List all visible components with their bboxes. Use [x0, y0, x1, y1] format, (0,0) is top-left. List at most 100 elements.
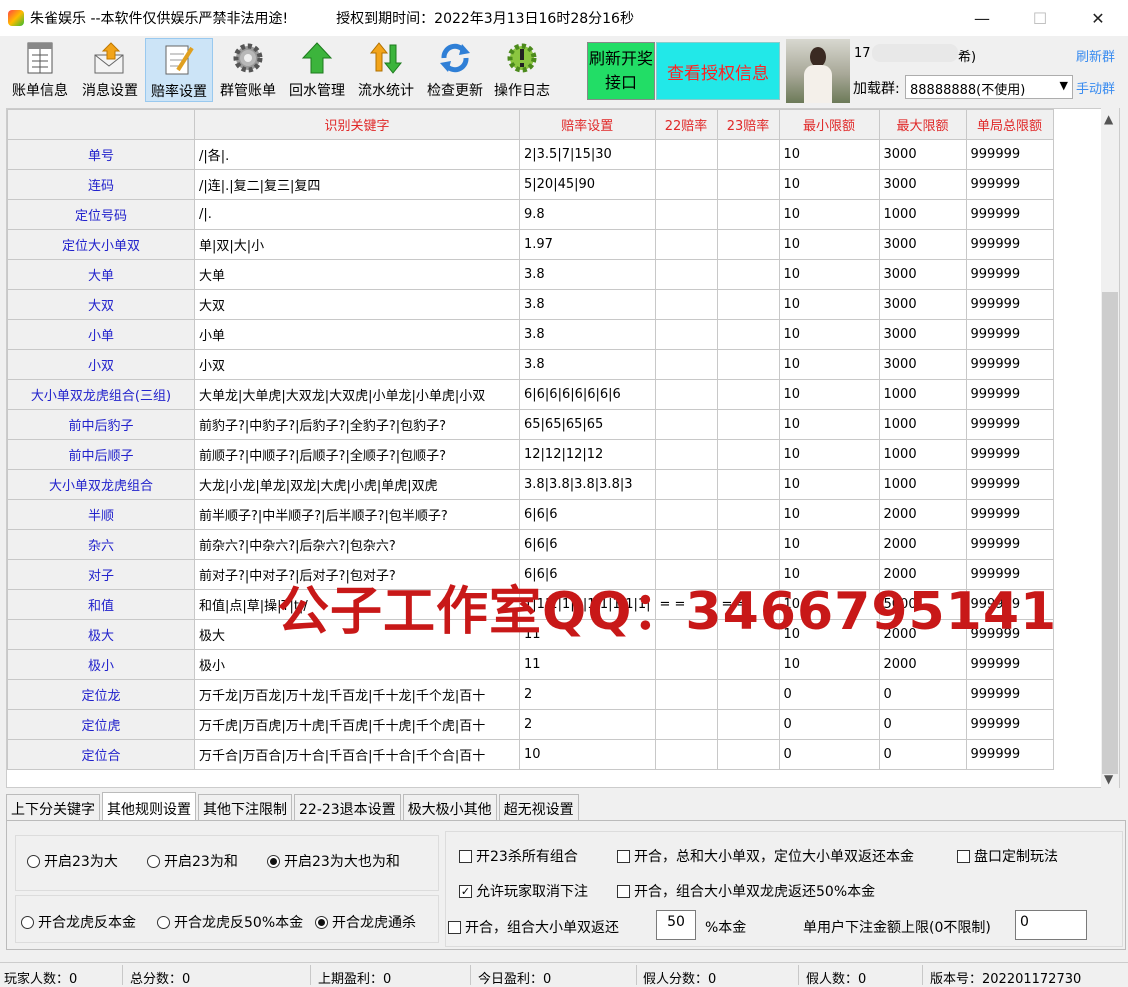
table-cell[interactable]: 1000: [878, 409, 967, 440]
tab-extreme-other[interactable]: 极大极小其他: [402, 794, 497, 820]
table-cell[interactable]: [716, 499, 780, 530]
table-cell[interactable]: 0: [878, 679, 967, 710]
table-cell[interactable]: 3.8: [519, 349, 656, 380]
table-cell[interactable]: 10: [778, 199, 880, 230]
table-cell[interactable]: 0: [878, 709, 967, 740]
table-cell[interactable]: 10: [778, 409, 880, 440]
table-cell[interactable]: [654, 649, 718, 680]
table-cell[interactable]: 999999: [965, 199, 1054, 230]
table-row[interactable]: 大双 大双 3.8 10 3000 999999: [7, 289, 1054, 320]
table-cell[interactable]: [654, 679, 718, 710]
radio-23-draw[interactable]: 开启23为和: [147, 851, 238, 871]
table-cell[interactable]: [654, 139, 718, 170]
table-cell[interactable]: [654, 229, 718, 260]
table-cell[interactable]: 10: [778, 349, 880, 380]
table-cell[interactable]: 2: [519, 709, 656, 740]
column-header[interactable]: 最大限额: [878, 109, 967, 140]
checkbox-custom-play[interactable]: 盘口定制玩法: [957, 846, 1058, 866]
table-cell[interactable]: 前半顺子?|中半顺子?|后半顺子?|包半顺子?: [194, 499, 520, 530]
table-cell[interactable]: 前杂六?|中杂六?|后杂六?|包杂六?: [194, 529, 520, 560]
table-cell[interactable]: 3.8: [519, 319, 656, 350]
table-cell[interactable]: 999999: [965, 169, 1054, 200]
table-cell[interactable]: 1000: [878, 469, 967, 500]
table-cell[interactable]: /|.: [194, 199, 520, 230]
toolbar-rebate-manage[interactable]: 回水管理: [283, 38, 351, 102]
table-row[interactable]: 定位龙 万千龙|万百龙|万十龙|千百龙|千十龙|千个龙|百十 2 0 0 999999: [7, 679, 1054, 710]
table-cell[interactable]: [654, 319, 718, 350]
table-cell[interactable]: 10: [778, 529, 880, 560]
table-cell[interactable]: 10: [778, 319, 880, 350]
table-cell[interactable]: 小双: [194, 349, 520, 380]
table-cell[interactable]: [716, 169, 780, 200]
table-cell[interactable]: 0: [778, 679, 880, 710]
table-cell[interactable]: 999999: [965, 649, 1054, 680]
table-cell[interactable]: [654, 169, 718, 200]
table-cell[interactable]: [716, 709, 780, 740]
column-header[interactable]: 单局总限额: [965, 109, 1054, 140]
table-cell[interactable]: [716, 139, 780, 170]
chevron-up-icon[interactable]: ▲: [1104, 112, 1113, 126]
table-cell[interactable]: 万千虎|万百虎|万十虎|千百虎|千十虎|千个虎|百十: [194, 709, 520, 740]
checkbox-kill-all-23[interactable]: 开23杀所有组合: [459, 846, 578, 866]
table-cell[interactable]: 大龙|小龙|单龙|双龙|大虎|小虎|单虎|双虎: [194, 469, 520, 500]
table-row[interactable]: 大单 大单 3.8 10 3000 999999: [7, 259, 1054, 290]
column-header[interactable]: 22赔率: [654, 109, 718, 140]
table-cell[interactable]: 前顺子?|中顺子?|后顺子?|全顺子?|包顺子?: [194, 439, 520, 470]
toolbar-message-settings[interactable]: 消息设置: [76, 38, 144, 102]
table-cell[interactable]: 大单: [194, 259, 520, 290]
table-cell[interactable]: [716, 409, 780, 440]
table-cell[interactable]: 单|双|大|小: [194, 229, 520, 260]
minimize-button[interactable]: —: [953, 0, 1011, 36]
table-row[interactable]: 定位大小单双 单|双|大|小 1.97 10 3000 999999: [7, 229, 1054, 260]
radio-dragon-tiger-kill[interactable]: 开合龙虎通杀: [315, 912, 416, 932]
table-cell[interactable]: [654, 469, 718, 500]
table-cell[interactable]: 9.8: [519, 199, 656, 230]
table-cell[interactable]: 10: [778, 259, 880, 290]
table-row[interactable]: 前中后顺子 前顺子?|中顺子?|后顺子?|全顺子?|包顺子? 12|12|12|12…: [7, 439, 1054, 470]
table-cell[interactable]: 1000: [878, 439, 967, 470]
table-cell[interactable]: 3000: [878, 229, 967, 260]
table-cell[interactable]: 2000: [878, 529, 967, 560]
table-cell[interactable]: [654, 409, 718, 440]
tab-refund-22-23[interactable]: 22-23退本设置: [294, 794, 401, 820]
table-row[interactable]: 连码/|连|.|复二|复三|复四 5|20|45|90 10 3000 999999: [7, 169, 1054, 200]
checkbox-sum-refund[interactable]: 开合，总和大小单双，定位大小单双返还本金: [617, 846, 914, 866]
checkbox-combo-half-refund[interactable]: 开合，组合大小单双龙虎返还50%本金: [617, 881, 875, 901]
scrollbar-thumb[interactable]: [1102, 292, 1118, 774]
chevron-down-icon[interactable]: ▼: [1104, 772, 1113, 786]
table-row[interactable]: 大小单双龙虎组合 大龙|小龙|单龙|双龙|大虎|小虎|单虎|双虎 3.8|3.8|3…: [7, 469, 1054, 500]
table-cell[interactable]: 999999: [965, 139, 1054, 170]
close-button[interactable]: ✕: [1069, 0, 1127, 36]
table-cell[interactable]: 999999: [965, 289, 1054, 320]
table-cell[interactable]: 2|3.5|7|15|30: [519, 139, 656, 170]
table-cell[interactable]: 5|20|45|90: [519, 169, 656, 200]
table-cell[interactable]: [654, 259, 718, 290]
toolbar-check-update[interactable]: 检查更新: [421, 38, 489, 102]
table-cell[interactable]: 小单: [194, 319, 520, 350]
table-row[interactable]: 小单 小单 3.8 10 3000 999999: [7, 319, 1054, 350]
table-cell[interactable]: 0: [878, 739, 967, 770]
table-cell[interactable]: 65|65|65|65: [519, 409, 656, 440]
table-cell[interactable]: 极小: [194, 649, 520, 680]
table-cell[interactable]: 999999: [965, 379, 1054, 410]
table-cell[interactable]: 10: [519, 739, 656, 770]
column-header[interactable]: 23赔率: [716, 109, 780, 140]
table-cell[interactable]: 2000: [878, 649, 967, 680]
table-cell[interactable]: 1.97: [519, 229, 656, 260]
combo-refund-percent-input[interactable]: 50: [656, 910, 696, 940]
table-cell[interactable]: [716, 529, 780, 560]
table-cell[interactable]: [654, 499, 718, 530]
bet-limit-input[interactable]: 0: [1015, 910, 1087, 940]
table-cell[interactable]: 10: [778, 229, 880, 260]
table-cell[interactable]: [654, 289, 718, 320]
table-cell[interactable]: [716, 469, 780, 500]
checkbox-allow-cancel[interactable]: ✓ 允许玩家取消下注: [459, 881, 588, 901]
table-row[interactable]: 定位虎 万千虎|万百虎|万十虎|千百虎|千十虎|千个虎|百十 2 0 0 999999: [7, 709, 1054, 740]
toolbar-bill-info[interactable]: 账单信息: [6, 38, 74, 102]
table-cell[interactable]: [716, 379, 780, 410]
manual-group-link[interactable]: 手动群: [1076, 78, 1115, 97]
table-cell[interactable]: 万千合|万百合|万十合|千百合|千十合|千个合|百十: [194, 739, 520, 770]
table-cell[interactable]: 前豹子?|中豹子?|后豹子?|全豹子?|包豹子?: [194, 409, 520, 440]
table-cell[interactable]: 3000: [878, 259, 967, 290]
tab-other-bet-limits[interactable]: 其他下注限制: [198, 794, 292, 820]
